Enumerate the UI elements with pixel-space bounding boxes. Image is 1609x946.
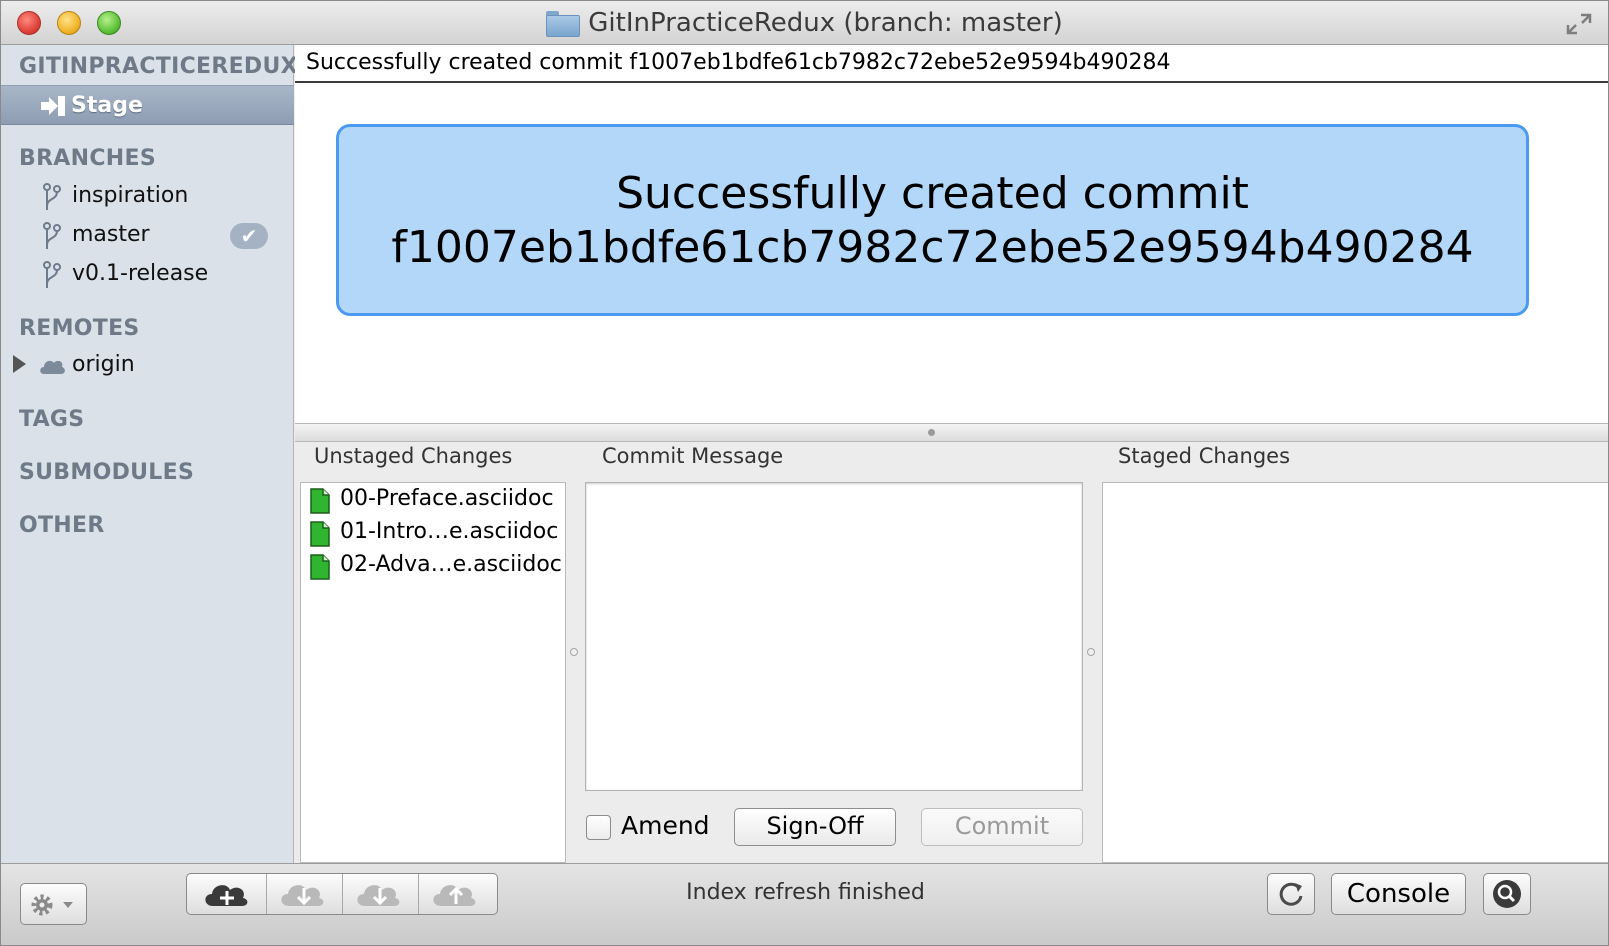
title-bar[interactable]: GitInPracticeRedux (branch: master) (1, 1, 1608, 45)
unstaged-changes-list[interactable]: 00-Preface.asciidoc 01-Intro…e.asciidoc … (300, 482, 566, 863)
main-content-area: Successfully created commit f1007eb1bdfe… (295, 83, 1608, 423)
sidebar-branches-header: BRANCHES (19, 146, 156, 171)
file-name: 02-Adva…e.asciidoc (340, 552, 562, 577)
notice-commit-hash: f1007eb1bdfe61cb7982c72ebe52e9594b490284 (391, 222, 1474, 273)
sidebar-item-branch-v0.1-release[interactable]: v0.1-release (1, 258, 294, 292)
branch-icon (43, 183, 61, 210)
file-name: 00-Preface.asciidoc (340, 486, 554, 511)
commit-success-notice: Successfully created commit f1007eb1bdfe… (336, 124, 1529, 316)
sidebar-submodules-header[interactable]: SUBMODULES (19, 460, 194, 485)
index-status-text: Index refresh finished (686, 880, 925, 905)
right-pane-splitter-handle[interactable] (1087, 648, 1095, 656)
commit-message-input[interactable] (585, 482, 1083, 791)
sidebar-item-branch-master[interactable]: master ✔ (1, 219, 294, 253)
sign-off-button[interactable]: Sign-Off (734, 808, 896, 846)
file-name: 01-Intro…e.asciidoc (340, 519, 559, 544)
sidebar: GITINPRACTICEREDUX Stage BRANCHES inspir… (1, 45, 298, 863)
staged-changes-list[interactable] (1102, 482, 1608, 863)
fetch-button[interactable] (267, 874, 343, 914)
sidebar-item-label: Stage (71, 93, 143, 118)
list-item[interactable]: 02-Adva…e.asciidoc (301, 550, 567, 582)
gear-icon (31, 894, 73, 916)
sidebar-remotes-header: REMOTES (19, 316, 140, 341)
sidebar-other-header[interactable]: OTHER (19, 513, 105, 538)
commit-message-title: Commit Message (602, 444, 784, 468)
fetch-icon (281, 885, 324, 906)
file-icon (310, 521, 330, 547)
refresh-icon (1279, 882, 1303, 906)
disclosure-triangle-icon[interactable] (13, 355, 26, 373)
cloud-icon (40, 360, 65, 374)
amend-label: Amend (621, 811, 710, 840)
file-icon (310, 554, 330, 580)
status-message-bar: Successfully created commit f1007eb1bdfe… (295, 45, 1608, 83)
remote-actions-group (186, 873, 498, 915)
list-item[interactable]: 01-Intro…e.asciidoc (301, 517, 567, 549)
staged-changes-title: Staged Changes (1118, 444, 1291, 468)
current-branch-check-icon: ✔ (230, 223, 268, 249)
bottom-toolbar: Index refresh finished Console (1, 863, 1608, 945)
fullscreen-icon[interactable] (1566, 13, 1592, 35)
left-pane-splitter-handle[interactable] (570, 648, 578, 656)
notice-title: Successfully created commit (616, 168, 1249, 219)
splitter-handle-icon[interactable] (928, 429, 935, 436)
file-icon (310, 488, 330, 514)
refresh-button[interactable] (1267, 873, 1315, 915)
sidebar-item-label: master (72, 222, 150, 247)
unstaged-changes-title: Unstaged Changes (314, 444, 513, 468)
sidebar-item-label: v0.1-release (72, 261, 209, 286)
stage-arrow-icon (41, 96, 65, 116)
status-message-text: Successfully created commit f1007eb1bdfe… (306, 50, 1171, 75)
pull-icon (357, 885, 400, 906)
sidebar-item-label: origin (72, 352, 135, 377)
search-icon (1493, 880, 1521, 908)
folder-icon (546, 11, 581, 37)
branch-icon (43, 261, 61, 288)
branch-icon (43, 222, 61, 249)
new-remote-button[interactable] (187, 874, 267, 914)
sidebar-item-stage[interactable]: Stage (1, 85, 294, 125)
sidebar-item-label: inspiration (72, 183, 189, 208)
list-item[interactable]: 00-Preface.asciidoc (301, 484, 567, 516)
horizontal-splitter[interactable] (295, 423, 1608, 442)
app-window: GitInPracticeRedux (branch: master) GITI… (0, 0, 1609, 946)
new-remote-icon (205, 885, 248, 906)
sidebar-item-branch-inspiration[interactable]: inspiration (1, 180, 294, 214)
sidebar-repo-header: GITINPRACTICEREDUX (19, 54, 298, 79)
pull-button[interactable] (343, 874, 419, 914)
stage-panes: Unstaged Changes Commit Message Staged C… (295, 442, 1608, 863)
sidebar-tags-header[interactable]: TAGS (19, 407, 84, 432)
push-icon (433, 885, 476, 906)
search-button[interactable] (1483, 873, 1531, 915)
push-button[interactable] (419, 874, 497, 914)
window-title: GitInPracticeRedux (branch: master) (1, 7, 1608, 39)
window-title-text: GitInPracticeRedux (branch: master) (588, 8, 1063, 38)
settings-menu-button[interactable] (20, 883, 87, 925)
sidebar-item-remote-origin[interactable]: origin (1, 349, 294, 383)
amend-checkbox[interactable] (586, 815, 611, 840)
console-button[interactable]: Console (1331, 873, 1466, 915)
commit-button[interactable]: Commit (921, 808, 1083, 846)
